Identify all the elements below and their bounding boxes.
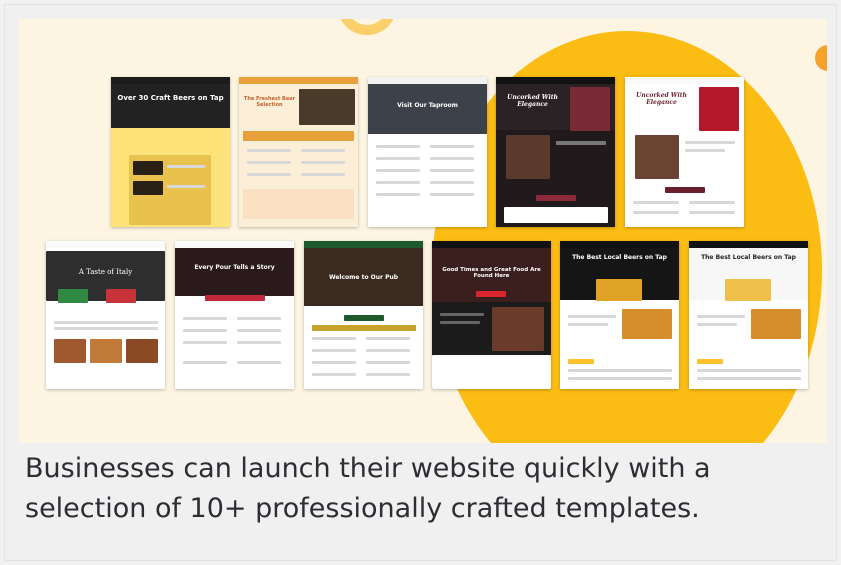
- template-title: Good Times and Great Food Are Found Here: [442, 267, 541, 280]
- template-title: Uncorked With Elegance: [507, 94, 558, 108]
- template-thumb-freshest-beer[interactable]: The Freshest Beer Selection: [239, 77, 358, 227]
- template-thumb-uncorked-light[interactable]: Uncorked With Elegance: [625, 77, 744, 227]
- template-title: The Best Local Beers on Tap: [701, 254, 796, 261]
- template-title: Welcome to Our Pub: [328, 274, 399, 281]
- template-thumb-uncorked-dark[interactable]: Uncorked With Elegance: [496, 77, 615, 227]
- template-thumb-taste-of-italy[interactable]: A Taste of Italy: [46, 241, 165, 389]
- template-thumb-our-pub[interactable]: Welcome to Our Pub: [304, 241, 423, 389]
- template-showcase-card: Over 30 Craft Beers on Tap The Freshest …: [4, 4, 837, 561]
- template-thumb-taproom[interactable]: Visit Our Taproom: [368, 77, 487, 227]
- template-thumb-every-pour[interactable]: Every Pour Tells a Story: [175, 241, 294, 389]
- template-title: Uncorked With Elegance: [636, 92, 687, 106]
- template-thumb-craft-beers[interactable]: Over 30 Craft Beers on Tap: [111, 77, 230, 227]
- template-title: A Taste of Italy: [78, 268, 133, 276]
- template-collage: Over 30 Craft Beers on Tap The Freshest …: [19, 19, 827, 443]
- ring-decoration: [337, 19, 397, 35]
- template-thumb-good-times[interactable]: Good Times and Great Food Are Found Here: [432, 241, 551, 389]
- template-title: The Best Local Beers on Tap: [572, 254, 667, 261]
- orange-dot-decoration: [815, 45, 827, 71]
- template-title: Every Pour Tells a Story: [194, 264, 275, 271]
- template-title: The Freshest Beer Selection: [243, 96, 296, 108]
- template-thumb-local-beers-dark[interactable]: The Best Local Beers on Tap: [560, 241, 679, 389]
- caption-text: Businesses can launch their website quic…: [25, 453, 711, 524]
- template-thumb-local-beers-light[interactable]: The Best Local Beers on Tap: [689, 241, 808, 389]
- template-title: Visit Our Taproom: [397, 102, 458, 109]
- template-title: Over 30 Craft Beers on Tap: [117, 94, 224, 102]
